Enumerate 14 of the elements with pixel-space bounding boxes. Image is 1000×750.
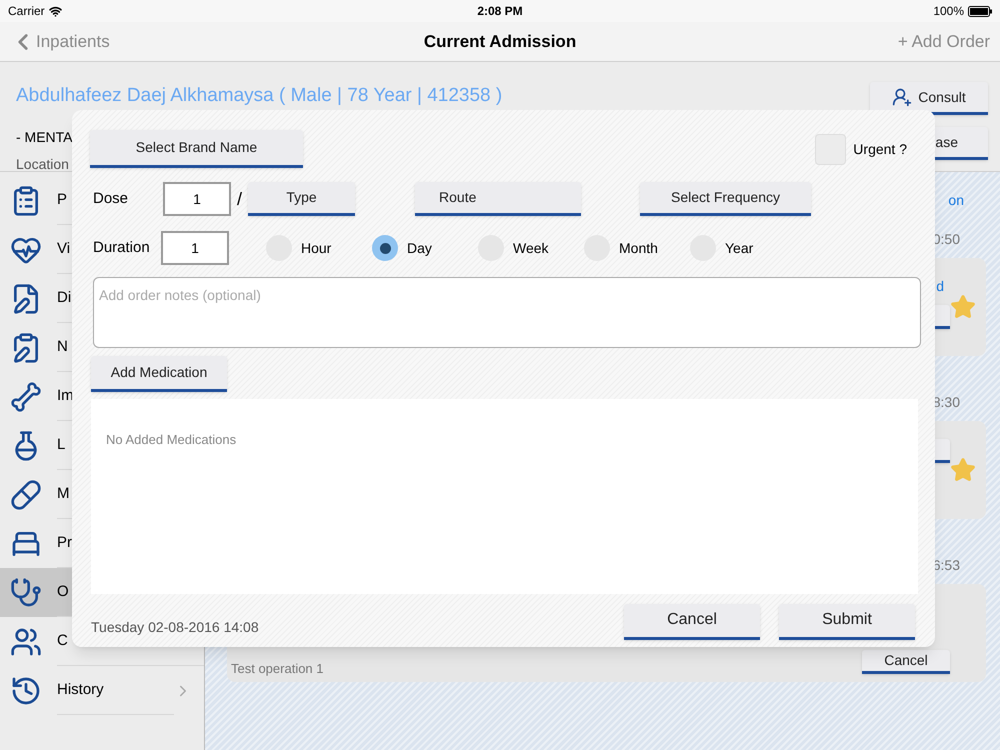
order-date: Tuesday 02-08-2016 14:08 [90, 618, 260, 637]
duration-label: Duration [92, 238, 151, 258]
empty-message: No Added Medications [106, 432, 236, 447]
battery-label: 100% [933, 3, 964, 20]
dose-separator: / [237, 188, 242, 210]
patient-name: Abdulhafeez Daej Alkhamaysa ( Male | 78 Year | 412358 ) [16, 84, 502, 108]
location-label: Location [16, 154, 69, 174]
dose-label: Dose [92, 188, 130, 209]
entry-note: Test operation 1 [231, 660, 325, 678]
carrier-label: Carrier [8, 3, 45, 20]
clock: 2:08 PM [477, 3, 523, 20]
ward-label: - MENTA [16, 128, 73, 146]
urgent-label: Urgent ? [853, 140, 907, 159]
nav-title: Current Admission [424, 30, 576, 53]
